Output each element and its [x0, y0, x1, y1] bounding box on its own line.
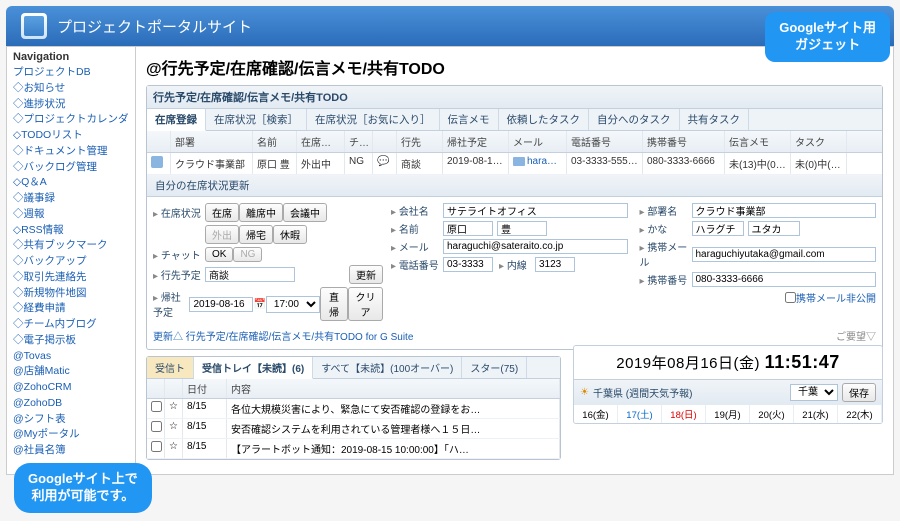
grid-row[interactable]: クラウド事業部 原口 豊 外出中 NG 💬 商談 2019-08-1… hara… — [147, 153, 882, 175]
callout-bottom-left: Googleサイト上で利用が可能です。 — [14, 463, 152, 513]
sidebar-item-12[interactable]: ◇バックアップ — [13, 254, 129, 270]
weather-save[interactable]: 保存 — [842, 383, 876, 402]
btn-ok[interactable]: OK — [205, 247, 233, 262]
return-date-input[interactable] — [189, 297, 253, 312]
sidebar-item-1[interactable]: ◇お知らせ — [13, 81, 129, 97]
sidebar-item-3[interactable]: ◇プロジェクトカレンダ — [13, 112, 129, 128]
clock: 2019年08月16日(金) 11:51:47 — [574, 346, 882, 380]
sidebar-item-4[interactable]: ◇TODOリスト — [13, 128, 129, 144]
sidebar-item-5[interactable]: ◇ドキュメント管理 — [13, 144, 129, 160]
app-title: プロジェクトポータルサイト — [57, 16, 252, 37]
sidebar-item-14[interactable]: ◇新規物件地図 — [13, 286, 129, 302]
callout-top-right: Googleサイト用ガジェット — [765, 12, 890, 62]
mobile-private-check[interactable] — [785, 292, 796, 303]
sidebar-item-18[interactable]: @Tovas — [13, 349, 129, 365]
tab-1[interactable]: 在席状況［検索］ — [206, 109, 307, 130]
tab-bar: 在席登録在席状況［検索］在席状況［お気に入り］伝言メモ依頼したタスク自分へのタス… — [147, 109, 882, 131]
sidebar-item-8[interactable]: ◇議事録 — [13, 191, 129, 207]
sidebar-item-20[interactable]: @ZohoCRM — [13, 380, 129, 396]
sidebar-item-21[interactable]: @ZohoDB — [13, 396, 129, 412]
kana2-input[interactable] — [748, 221, 800, 236]
sidebar-item-0[interactable]: プロジェクトDB — [13, 65, 129, 81]
chat-icon: 💬 — [373, 153, 397, 174]
sidebar-item-11[interactable]: ◇共有ブックマーク — [13, 238, 129, 254]
ext-input[interactable] — [535, 257, 575, 272]
btn-kitaku[interactable]: 帰宅 — [239, 225, 273, 244]
status-update-title: 自分の在席状況更新 — [147, 175, 882, 197]
inbox-tab-0[interactable]: 受信トレイ【未読】(6) — [194, 357, 313, 379]
inbox-row[interactable]: ☆8/15【アラートボット通知：2019-08-15 10:00:00】「ハ… — [147, 439, 560, 459]
inbox-panel: 受信ト 受信トレイ【未読】(6)すべて【未読】(100オーバー)スター(75) … — [146, 356, 561, 460]
inbox-tab-left[interactable]: 受信ト — [147, 357, 194, 378]
sidebar-item-9[interactable]: ◇週報 — [13, 207, 129, 223]
tab-0[interactable]: 在席登録 — [147, 109, 206, 131]
tab-2[interactable]: 在席状況［お気に入り］ — [307, 109, 440, 130]
sidebar-item-23[interactable]: @Myポータル — [13, 427, 129, 443]
inbox-row[interactable]: ☆8/15各位大規模災害により、緊急にて安否確認の登録をお… — [147, 399, 560, 419]
calendar-icon[interactable]: 📅 — [253, 299, 265, 310]
tab-4[interactable]: 依頼したタスク — [499, 109, 590, 130]
clock-weather-panel: 2019年08月16日(金) 11:51:47 ☀千葉県 (週間天気予報) 千葉… — [573, 345, 883, 424]
sidebar-heading: Navigation — [13, 51, 129, 63]
dest-input[interactable] — [205, 267, 295, 282]
inbox-tab-2[interactable]: スター(75) — [462, 357, 527, 378]
main-content: @行先予定/在席確認/伝言メモ/共有TODO 行先予定/在席確認/伝言メモ/共有… — [136, 46, 894, 475]
sidebar-item-15[interactable]: ◇経費申請 — [13, 301, 129, 317]
sidebar-item-16[interactable]: ◇チーム内ブログ — [13, 317, 129, 333]
sidebar-item-13[interactable]: ◇取引先連絡先 — [13, 270, 129, 286]
sidebar-item-7[interactable]: ◇Q＆A — [13, 175, 129, 191]
inbox-tab-1[interactable]: すべて【未読】(100オーバー) — [313, 357, 462, 378]
task-icon — [841, 159, 847, 171]
mobile-tel-input[interactable] — [692, 272, 877, 287]
app-header: プロジェクトポータルサイト — [6, 6, 894, 46]
tab-5[interactable]: 自分へのタスク — [589, 109, 680, 130]
logo-icon — [21, 13, 47, 39]
sidebar-item-6[interactable]: ◇バックログ管理 — [13, 160, 129, 176]
btn-clear[interactable]: クリア — [348, 287, 383, 321]
user-icon — [151, 156, 163, 168]
btn-ng[interactable]: NG — [233, 247, 262, 262]
presence-panel: 行先予定/在席確認/伝言メモ/共有TODO 在席登録在席状況［検索］在席状況［お… — [146, 85, 883, 350]
sidebar-item-24[interactable]: @社員名簿 — [13, 443, 129, 459]
mobile-mail-input[interactable] — [692, 247, 877, 262]
panel-title: 行先予定/在席確認/伝言メモ/共有TODO — [147, 86, 882, 109]
mail-input[interactable] — [443, 239, 628, 254]
btn-zaiseki[interactable]: 在席 — [205, 203, 239, 222]
dept-input[interactable] — [692, 203, 877, 218]
update-link[interactable]: 更新△ 行先予定/在席確認/伝言メモ/共有TODO for G Suite ご要… — [153, 328, 876, 343]
sidebar-item-19[interactable]: @店舗Matic — [13, 364, 129, 380]
inbox-row[interactable]: ☆8/15安否確認システムを利用されている管理者様へ１５日… — [147, 419, 560, 439]
sidebar-item-10[interactable]: ◇RSS情報 — [13, 223, 129, 239]
btn-update[interactable]: 更新 — [349, 265, 383, 284]
sidebar-item-17[interactable]: ◇電子掲示板 — [13, 333, 129, 349]
tel-input[interactable] — [443, 257, 493, 272]
region-select[interactable]: 千葉 — [790, 384, 838, 401]
btn-kyuka[interactable]: 休暇 — [273, 225, 307, 244]
sidebar-item-22[interactable]: @シフト表 — [13, 412, 129, 428]
btn-chokki[interactable]: 直帰 — [320, 287, 348, 321]
company-input[interactable] — [443, 203, 628, 218]
sidebar-item-2[interactable]: ◇進捗状況 — [13, 97, 129, 113]
tab-6[interactable]: 共有タスク — [680, 109, 750, 130]
mail-icon — [513, 157, 525, 166]
status-update: 自分の在席状況更新 在席状況 在席 離席中 会議中 外出 帰宅 休暇 — [147, 175, 882, 349]
btn-gaishutsu[interactable]: 外出 — [205, 225, 239, 244]
name1-input[interactable] — [443, 221, 493, 236]
grid-header: 部署名前在席状況チ…行先帰社予定メール電話番号携帯番号伝言メモタスク — [147, 131, 882, 153]
sidebar: Navigation プロジェクトDB◇お知らせ◇進捗状況◇プロジェクトカレンダ… — [6, 46, 136, 475]
tab-3[interactable]: 伝言メモ — [440, 109, 499, 130]
return-time-select[interactable]: 17:00 — [266, 296, 320, 313]
btn-kaigi[interactable]: 会議中 — [283, 203, 327, 222]
name2-input[interactable] — [497, 221, 547, 236]
kana1-input[interactable] — [692, 221, 744, 236]
sun-icon: ☀ — [580, 387, 589, 398]
btn-rishitsu[interactable]: 離席中 — [239, 203, 283, 222]
